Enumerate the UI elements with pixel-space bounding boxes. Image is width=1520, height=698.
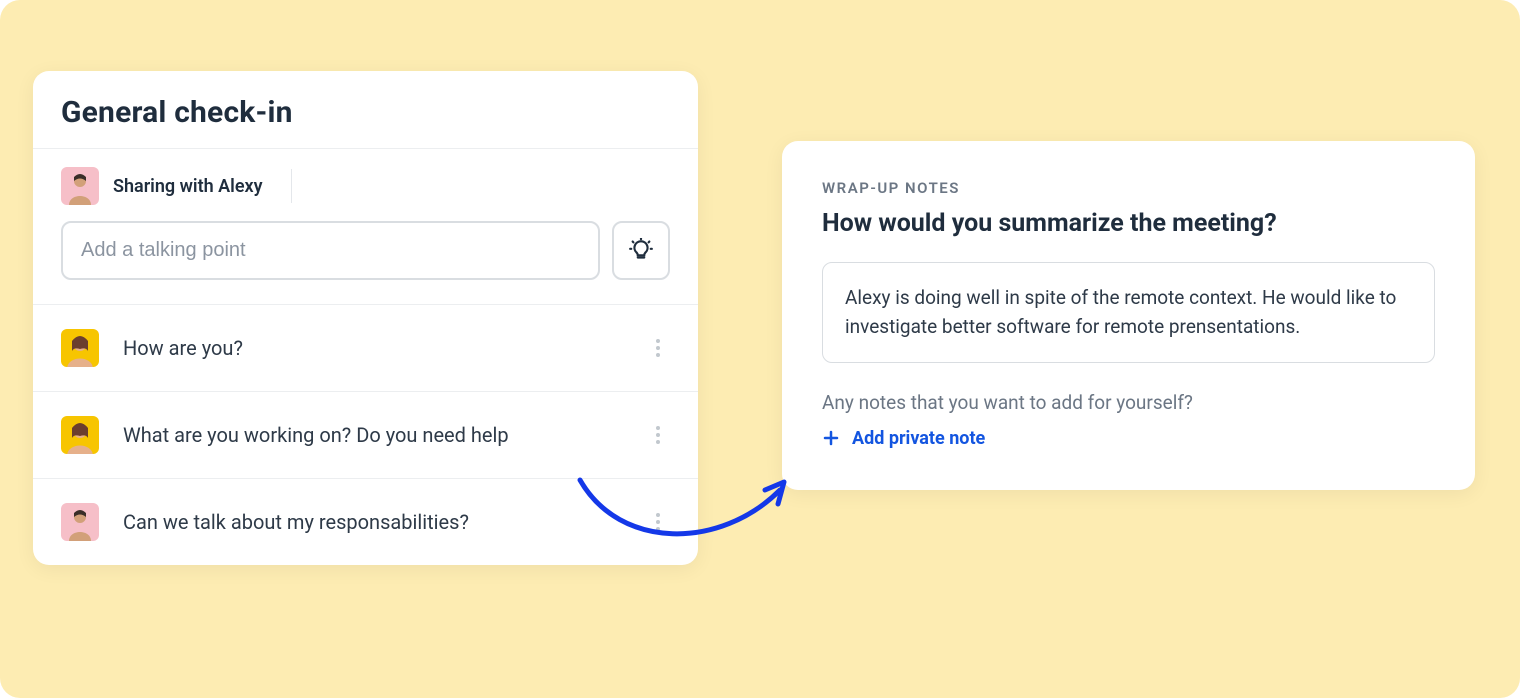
talking-point-input-row	[33, 221, 698, 304]
avatar	[61, 329, 99, 367]
canvas-background: General check-in Sharing with Alexy	[0, 0, 1520, 698]
private-notes-prompt: Any notes that you want to add for yours…	[822, 391, 1435, 414]
summary-textarea[interactable]: Alexy is doing well in spite of the remo…	[822, 262, 1435, 363]
vertical-divider	[291, 169, 292, 203]
wrapup-section-label: WRAP-UP NOTES	[822, 179, 1435, 197]
talking-point-text: What are you working on? Do you need hel…	[123, 423, 646, 447]
more-vertical-icon	[655, 512, 661, 532]
talking-point-input[interactable]	[61, 221, 600, 280]
sharing-row: Sharing with Alexy	[33, 149, 698, 221]
talking-point-text: How are you?	[123, 336, 646, 360]
checkin-title: General check-in	[61, 95, 670, 130]
checkin-header: General check-in	[33, 71, 698, 149]
person-icon	[61, 503, 99, 541]
suggestion-button[interactable]	[612, 221, 670, 280]
talking-point-item[interactable]: How are you?	[33, 305, 698, 392]
sharing-label: Sharing with Alexy	[113, 176, 263, 197]
person-icon	[61, 416, 99, 454]
talking-point-item[interactable]: What are you working on? Do you need hel…	[33, 392, 698, 479]
add-private-note-label: Add private note	[852, 428, 985, 449]
talking-point-item[interactable]: Can we talk about my responsabilities?	[33, 479, 698, 565]
wrapup-card: WRAP-UP NOTES How would you summarize th…	[782, 141, 1475, 490]
plus-icon	[822, 429, 840, 447]
more-button[interactable]	[646, 338, 670, 358]
more-button[interactable]	[646, 425, 670, 445]
more-vertical-icon	[655, 338, 661, 358]
talking-points-list: How are you? What are you working on? Do…	[33, 304, 698, 565]
wrapup-title: How would you summarize the meeting?	[822, 209, 1435, 238]
talking-point-text: Can we talk about my responsabilities?	[123, 510, 646, 534]
person-icon	[61, 329, 99, 367]
avatar	[61, 416, 99, 454]
lightbulb-icon	[628, 238, 654, 264]
avatar	[61, 503, 99, 541]
person-icon	[61, 167, 99, 205]
checkin-card: General check-in Sharing with Alexy	[33, 71, 698, 565]
add-private-note-button[interactable]: Add private note	[822, 428, 985, 449]
more-vertical-icon	[655, 425, 661, 445]
more-button[interactable]	[646, 512, 670, 532]
avatar	[61, 167, 99, 205]
